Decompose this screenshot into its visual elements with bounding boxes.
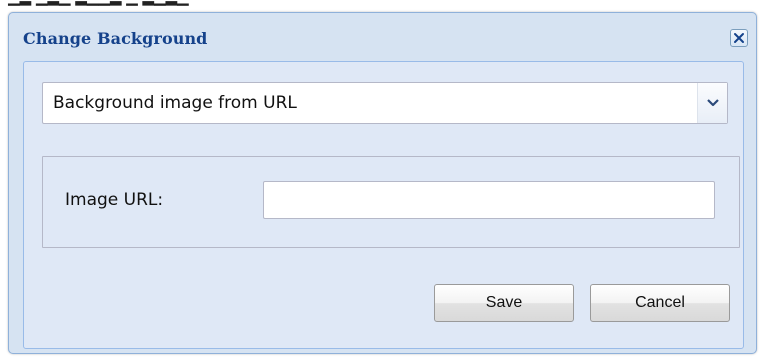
- dialog-body: Background image from URL Image URL: Sav…: [23, 61, 744, 349]
- chevron-down-icon: [706, 99, 719, 107]
- background-text-clipped: ▁▂ ▁▂▁ ▂▁▁▂ ▁ ▂▁▂▁: [0, 0, 765, 10]
- dropdown-trigger[interactable]: [697, 83, 727, 123]
- dialog-titlebar[interactable]: Change Background: [9, 13, 756, 55]
- cancel-button[interactable]: Cancel: [590, 284, 730, 322]
- image-url-label: Image URL:: [65, 190, 164, 210]
- change-background-dialog: Change Background Background image from …: [8, 12, 757, 354]
- clipped-text: ▁▂ ▁▂▁ ▂▁▁▂ ▁ ▂▁▂▁: [8, 0, 189, 6]
- image-url-input[interactable]: [263, 181, 715, 219]
- image-url-fieldset: Image URL:: [42, 156, 740, 248]
- save-button[interactable]: Save: [434, 284, 574, 322]
- background-type-value: Background image from URL: [53, 93, 297, 113]
- close-icon: [734, 33, 744, 43]
- close-button[interactable]: [730, 29, 748, 47]
- dialog-title: Change Background: [23, 29, 208, 48]
- background-type-select[interactable]: Background image from URL: [42, 82, 728, 124]
